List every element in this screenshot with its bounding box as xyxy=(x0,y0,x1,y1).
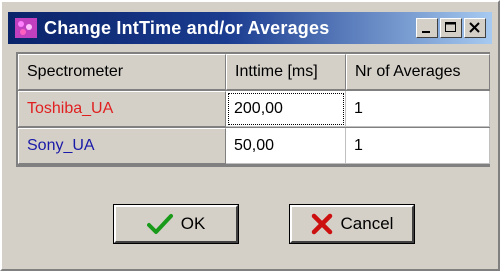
title-buttons xyxy=(416,18,486,38)
maximize-icon xyxy=(445,22,456,32)
inttime-cell[interactable]: 50,00 xyxy=(226,128,346,164)
title-bar[interactable]: Change IntTime and/or Averages xyxy=(8,12,492,44)
spectrometer-name-cell[interactable]: Toshiba_UA xyxy=(18,91,226,127)
dialog-window: Change IntTime and/or Averages Spectrome… xyxy=(0,0,500,271)
window-title: Change IntTime and/or Averages xyxy=(44,17,330,38)
column-header-inttime[interactable]: Inttime [ms] xyxy=(226,54,346,90)
cancel-button[interactable]: Cancel xyxy=(289,204,415,244)
cancel-button-label: Cancel xyxy=(340,214,394,233)
spectrometer-grid: Spectrometer Inttime [ms] Nr of Averages… xyxy=(16,52,490,167)
column-header-spectrometer[interactable]: Spectrometer xyxy=(18,54,226,90)
app-icon xyxy=(14,17,38,39)
maximize-button[interactable] xyxy=(440,18,462,38)
minimize-icon xyxy=(422,31,430,33)
table-row: Sony_UA 50,00 1 xyxy=(16,128,490,164)
checkmark-icon xyxy=(146,214,173,234)
table-row: Toshiba_UA 200,00 1 xyxy=(16,91,490,127)
ok-button[interactable]: OK xyxy=(113,204,239,244)
minimize-button[interactable] xyxy=(416,18,438,38)
ok-button-label: OK xyxy=(180,214,206,233)
spectrometer-name-cell[interactable]: Sony_UA xyxy=(18,128,226,164)
column-header-averages[interactable]: Nr of Averages xyxy=(346,54,490,90)
grid-header-row: Spectrometer Inttime [ms] Nr of Averages xyxy=(16,54,490,90)
close-icon xyxy=(469,22,480,33)
averages-cell[interactable]: 1 xyxy=(346,91,490,127)
close-button[interactable] xyxy=(464,18,486,38)
cancel-x-icon xyxy=(311,213,332,235)
inttime-cell[interactable]: 200,00 xyxy=(226,91,346,127)
averages-cell[interactable]: 1 xyxy=(346,128,490,164)
